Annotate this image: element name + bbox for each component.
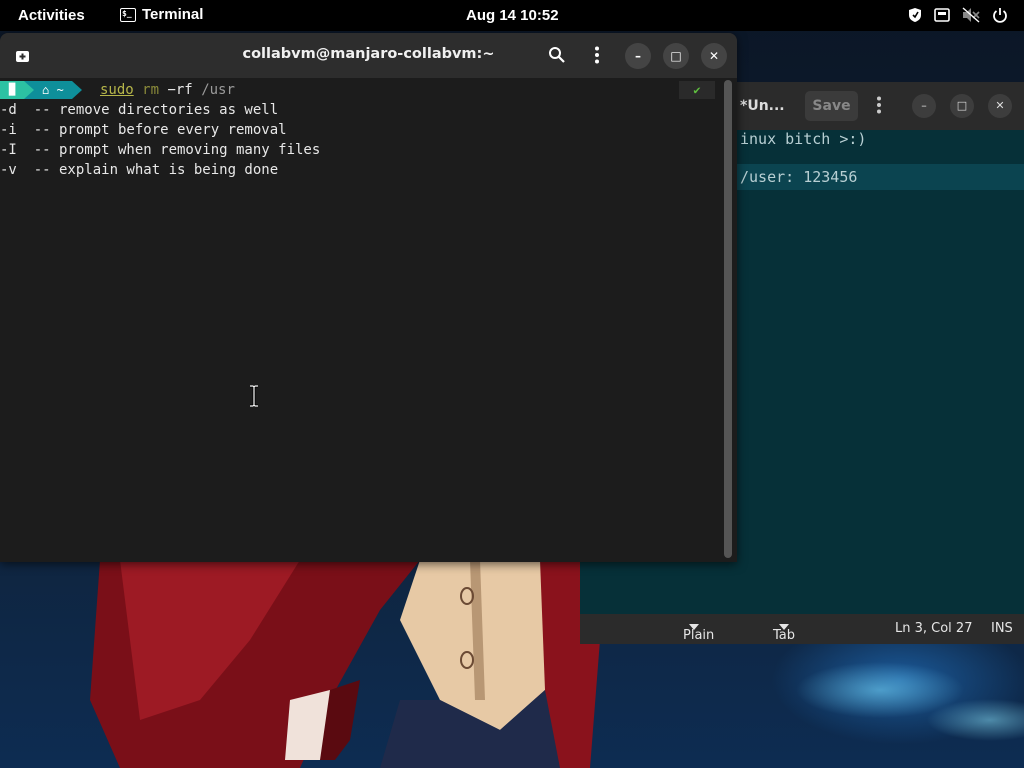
cmd-flag: −rf — [167, 82, 193, 98]
cmd-path: /usr — [201, 82, 235, 98]
completion-line: -I -- prompt when removing many files — [0, 142, 321, 158]
prompt-separator — [24, 81, 34, 99]
completion-line: -v -- explain what is being done — [0, 162, 279, 178]
menu-icon[interactable] — [594, 46, 600, 68]
manjaro-logo-icon: ▐▌ — [0, 81, 24, 99]
network-icon[interactable] — [934, 8, 950, 22]
terminal-window[interactable]: collabvm@manjaro-collabvm:~ – □ ✕ ▐▌ ⌂ ~… — [0, 33, 737, 562]
shell-prompt: ▐▌ ⌂ ~ — [0, 81, 82, 99]
app-menu[interactable]: $_ Terminal — [120, 6, 203, 23]
maximize-icon[interactable]: □ — [950, 94, 974, 118]
top-bar: Activities $_ Terminal Aug 14 10:52 — [0, 0, 1024, 31]
close-icon[interactable]: ✕ — [988, 94, 1012, 118]
terminal-body[interactable]: ▐▌ ⌂ ~ sudo rm −rf /usr ✔ -d -- remove d… — [0, 78, 737, 562]
system-tray[interactable] — [908, 7, 1008, 23]
prompt-separator — [71, 81, 82, 99]
editor-line: inux bitch >:) — [740, 130, 867, 148]
menu-icon[interactable] — [876, 96, 882, 118]
minimize-icon[interactable]: – — [625, 43, 651, 69]
maximize-icon[interactable]: □ — [663, 43, 689, 69]
document-title[interactable]: *Un... — [740, 98, 785, 114]
home-icon: ⌂ — [42, 83, 50, 97]
language-selector[interactable]: Plain Text — [683, 621, 714, 644]
power-icon[interactable] — [992, 7, 1008, 23]
completion-line: -i -- prompt before every removal — [0, 122, 287, 138]
cmd-sudo: sudo — [100, 82, 134, 98]
status-ok-icon: ✔ — [679, 81, 715, 99]
activities-button[interactable]: Activities — [18, 7, 85, 24]
editor-line: /user: 123456 — [740, 168, 858, 186]
terminal-app-icon: $_ — [120, 7, 136, 22]
text-cursor-icon — [247, 384, 261, 411]
search-icon[interactable] — [548, 46, 566, 68]
insert-mode[interactable]: INS — [991, 621, 1013, 636]
volume-muted-icon[interactable] — [962, 7, 980, 23]
tab-width-selector[interactable]: Tab Width: 4 — [773, 621, 815, 644]
terminal-headerbar: collabvm@manjaro-collabvm:~ – □ ✕ — [0, 33, 737, 78]
close-icon[interactable]: ✕ — [701, 43, 727, 69]
scrollbar[interactable] — [724, 80, 732, 558]
prompt-path: ~ — [56, 83, 64, 97]
language-label: Plain Text — [683, 628, 715, 644]
save-button[interactable]: Save — [805, 91, 858, 121]
completion-line: -d -- remove directories as well — [0, 102, 279, 118]
tab-width-label: Tab Width: 4 — [773, 628, 815, 644]
shield-icon[interactable] — [908, 7, 922, 23]
cursor-position[interactable]: Ln 3, Col 27 — [895, 621, 972, 636]
app-name: Terminal — [142, 6, 204, 23]
minimize-icon[interactable]: – — [912, 94, 936, 118]
editor-statusbar: Plain Text Tab Width: 4 Ln 3, Col 27 INS — [580, 614, 1024, 644]
clock[interactable]: Aug 14 10:52 — [466, 7, 559, 24]
command-line: sudo rm −rf /usr — [100, 82, 235, 98]
cmd-rm: rm — [142, 82, 160, 98]
